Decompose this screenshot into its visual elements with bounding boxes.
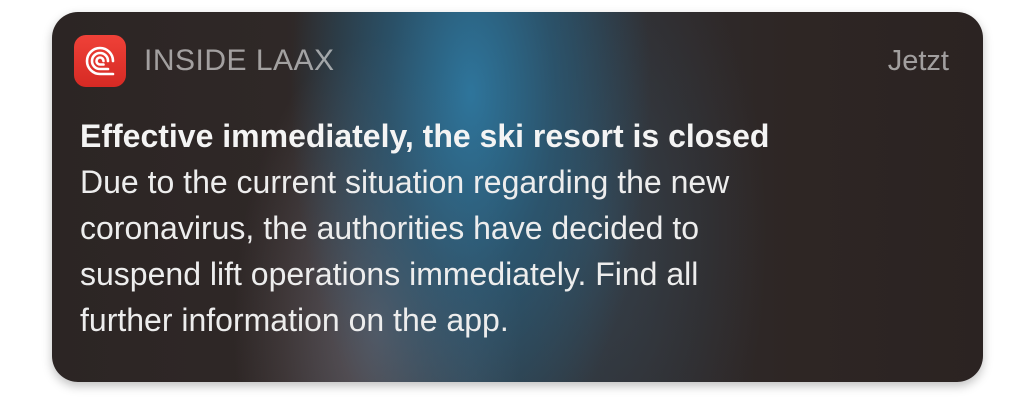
spiral-icon	[85, 46, 115, 76]
notification-title: Effective immediately, the ski resort is…	[80, 118, 770, 154]
notification-content: Effective immediately, the ski resort is…	[80, 113, 953, 343]
notification-timestamp: Jetzt	[887, 44, 949, 77]
notification-banner[interactable]: INSIDE LAAX Jetzt Effective immediately,…	[52, 12, 983, 382]
notification-body: Due to the current situation regarding t…	[80, 164, 730, 338]
app-name: INSIDE LAAX	[144, 44, 335, 77]
notification-header: INSIDE LAAX Jetzt	[74, 35, 949, 87]
laax-app-icon	[74, 35, 126, 87]
